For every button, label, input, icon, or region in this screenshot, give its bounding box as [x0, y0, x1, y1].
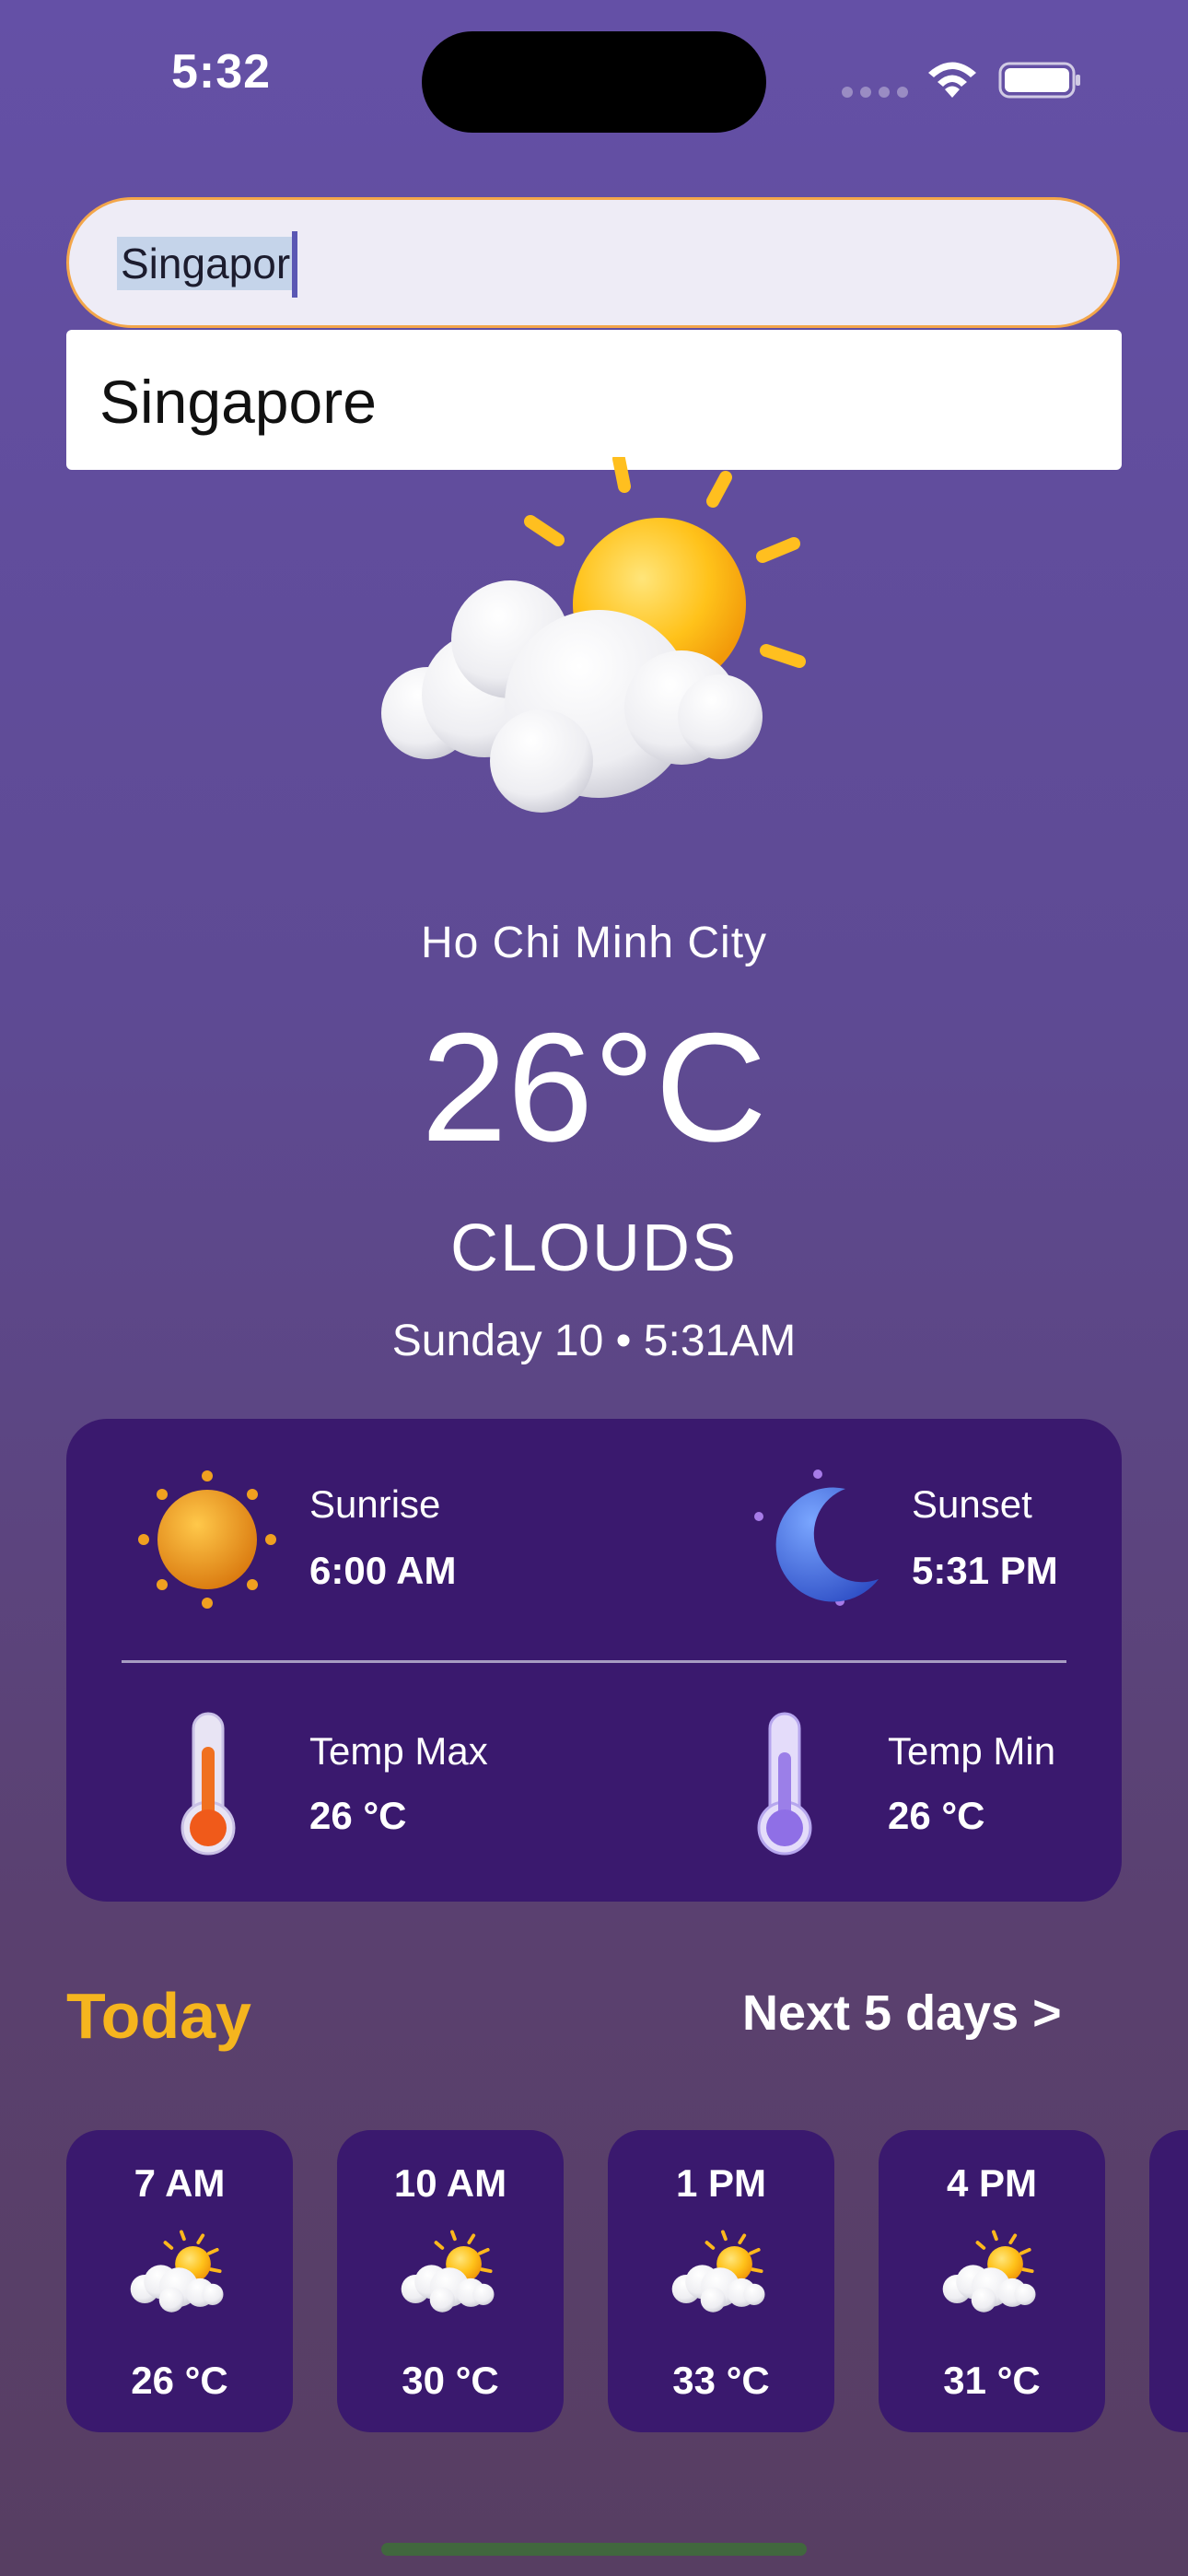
home-indicator [381, 2543, 807, 2556]
moon-icon [754, 1469, 879, 1606]
date-time: Sunday 10 • 5:31AM [391, 1317, 797, 1365]
current-temperature: 26°C [421, 1001, 767, 1174]
temp-min-value: 26 °C [888, 1794, 985, 1837]
sun-behind-cloud-icon [381, 457, 806, 813]
hourly-forecast-card[interactable]: 7 AM 26 °C [66, 2130, 293, 2432]
sun-behind-cloud-icon [392, 2230, 508, 2320]
thermometer-cold-icon [757, 1712, 812, 1856]
weather-condition: CLOUDS [449, 1212, 739, 1285]
search-suggestions: Singapore [66, 330, 1122, 470]
hour-temp: 26 °C [131, 2359, 228, 2402]
hourly-forecast-card[interactable]: 10 AM 30 °C [337, 2130, 564, 2432]
sunset-value: 5:31 PM [912, 1549, 1058, 1592]
hourly-forecast-card[interactable]: 1 PM 33 °C [608, 2130, 834, 2432]
city-name: Ho Chi Minh City [420, 919, 768, 967]
temp-min-label: Temp Min [888, 1729, 1056, 1773]
battery-icon [998, 62, 1080, 99]
wifi-icon [928, 62, 976, 98]
sunrise-value: 6:00 AM [309, 1549, 457, 1592]
thermometer-hot-icon [181, 1712, 236, 1856]
search-input-value: Singapor [117, 231, 298, 298]
hourly-forecast-card-partial[interactable] [1149, 2130, 1188, 2432]
today-heading: Today [66, 1980, 251, 2052]
sunset-label: Sunset [912, 1482, 1032, 1526]
hour-time: 4 PM [946, 2161, 1038, 2205]
hour-time: 7 AM [134, 2161, 226, 2205]
text-cursor [292, 231, 298, 298]
hourly-forecast-card[interactable]: 4 PM 31 °C [879, 2130, 1105, 2432]
hour-temp: 30 °C [402, 2359, 499, 2402]
sun-icon [138, 1470, 276, 1609]
suggestion-item[interactable]: Singapore [99, 369, 377, 435]
city-search-input[interactable]: Singapor [66, 197, 1120, 328]
hour-time: 10 AM [393, 2161, 507, 2205]
sun-behind-cloud-icon [934, 2230, 1050, 2320]
next-5-days-link[interactable]: Next 5 days > [742, 1985, 1062, 2042]
search-text: Singapor [121, 240, 291, 287]
sun-behind-cloud-icon [122, 2230, 238, 2320]
temp-max-label: Temp Max [309, 1729, 488, 1773]
hour-temp: 31 °C [943, 2359, 1041, 2402]
sun-behind-cloud-icon [663, 2230, 779, 2320]
sunrise-label: Sunrise [309, 1482, 441, 1526]
dynamic-island [422, 31, 766, 133]
hour-temp: 33 °C [672, 2359, 770, 2402]
details-divider [122, 1660, 1066, 1663]
cellular-signal-icon [842, 87, 908, 98]
hour-time: 1 PM [675, 2161, 767, 2205]
temp-max-value: 26 °C [309, 1794, 407, 1837]
status-bar-time: 5:32 [170, 45, 272, 99]
